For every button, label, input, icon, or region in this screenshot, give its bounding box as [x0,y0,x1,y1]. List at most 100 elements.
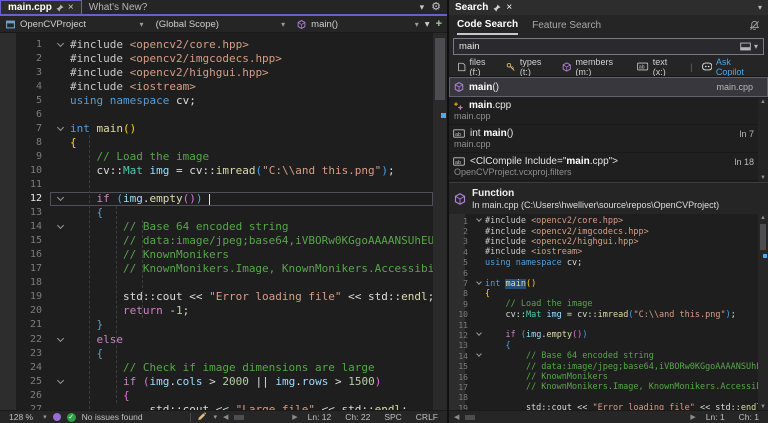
fold-caret[interactable] [473,279,485,289]
filter-files[interactable]: files (f:) [458,57,497,77]
preview-code[interactable]: 1#include <opencv2/core.hpp>2#include <o… [449,214,758,410]
line-number: 16 [0,249,50,260]
eol-indicator[interactable]: CRLF [412,412,442,422]
editor-vertical-scrollbar[interactable] [433,33,447,410]
search-input[interactable]: main ▾ [453,38,764,55]
code-line: 22 else [0,332,433,346]
search-title-bar: Search × ▾ [449,0,768,15]
code-line: 7int main() [0,121,433,135]
column-indicator[interactable]: Ch: 22 [341,412,374,422]
code-line: 18 [0,276,433,290]
scroll-left-icon[interactable]: ◀ [454,413,459,421]
fold-caret[interactable] [50,375,70,388]
preview-scrollbar[interactable]: ▲ ▼ [758,214,768,410]
code-line: 3#include <opencv2/highgui.hpp> [0,65,433,79]
scroll-down-icon[interactable]: ▼ [760,175,766,181]
chevron-down-icon[interactable]: ▾ [43,413,47,421]
code-line: 26 { [0,388,433,402]
scrollbar-thumb[interactable] [760,224,766,250]
line-indicator[interactable]: Ln: 1 [702,412,729,422]
preview-panel-icon[interactable] [740,42,751,51]
suggestions-pencil-icon[interactable] [197,412,207,422]
fold-caret[interactable] [473,351,485,361]
result-title: main() [469,82,499,93]
result-row[interactable]: ab int main() ln 7 main.cpp [449,125,768,153]
line-number: 12 [0,193,50,204]
notifications-muted-bell-icon[interactable] [749,20,760,31]
hscrollbar-thumb[interactable] [234,415,244,420]
fold-caret[interactable] [50,192,70,205]
result-title: main.cpp [469,100,511,111]
editor-code[interactable]: 1#include <opencv2/core.hpp>2#include <o… [0,33,433,410]
line-number: 3 [0,67,50,78]
indent-guide [89,135,90,410]
ask-copilot-button[interactable]: Ask Copilot [702,57,759,77]
scroll-left-icon[interactable]: ◀ [223,413,228,421]
tab-label: What's New? [89,2,148,13]
search-results-list: main() main.cpp main.cpp main.cpp ab int… [449,76,768,182]
code-text: return -1; [70,304,189,317]
code-text: #include <opencv2/imgcodecs.hpp> [485,227,649,237]
document-health-icon[interactable] [53,413,61,421]
chevron-down-icon[interactable]: ▾ [425,19,430,30]
scope-name: (Global Scope) [156,19,219,30]
close-icon[interactable]: × [68,2,74,13]
code-line: 8{ [449,289,758,299]
filter-text[interactable]: ab text (x:) [637,57,681,77]
close-icon[interactable]: × [506,2,512,13]
scroll-up-icon[interactable]: ▲ [758,215,768,221]
code-text: // Base 64 encoded string [485,351,654,361]
fold-caret[interactable] [473,216,485,226]
result-row-selected[interactable]: main() main.cpp [449,77,768,97]
scroll-down-icon[interactable]: ▼ [758,404,768,410]
code-text: // Load the image [70,150,209,163]
filter-members[interactable]: members (m:) [562,57,628,77]
plus-icon[interactable]: + [436,18,442,30]
project-dropdown[interactable]: OpenCVProject ▾ [0,16,150,32]
scroll-right-icon[interactable]: ▶ [690,413,695,421]
gear-icon[interactable]: ⚙ [431,2,441,13]
symbol-dropdown[interactable]: main() ▾ [291,16,425,32]
code-line: 6 [449,268,758,278]
fold-caret[interactable] [473,330,485,340]
window-position-caret-icon[interactable]: ▾ [758,3,762,12]
results-scrollbar[interactable]: ▲ ▼ [758,98,768,182]
chevron-down-icon[interactable]: ▾ [213,413,217,421]
line-number: 19 [0,291,50,302]
code-line: 9 // Load the image [0,149,433,163]
result-row[interactable]: ab <ClCompile Include="main.cpp"> ln 18 … [449,153,768,181]
scope-dropdown[interactable]: (Global Scope) ▾ [150,16,292,32]
code-text: #include <opencv2/imgcodecs.hpp> [70,52,282,65]
chevron-down-icon[interactable]: ▾ [754,42,758,51]
scroll-up-icon[interactable]: ▲ [760,99,766,105]
tab-whats-new[interactable]: What's New? [82,0,155,14]
line-number: 1 [0,39,50,50]
space-mode-indicator[interactable]: SPC [380,412,405,422]
result-row[interactable]: main.cpp main.cpp [449,97,768,125]
fold-caret[interactable] [50,333,70,346]
scrollbar-thumb[interactable] [435,38,445,100]
code-line: 13 { [449,341,758,351]
filter-types[interactable]: types (t:) [506,57,553,77]
column-indicator[interactable]: Ch: 1 [735,412,763,422]
issues-status[interactable]: No issues found [82,412,143,422]
member-cube-icon [562,62,571,72]
fold-caret[interactable] [50,38,70,51]
pin-icon[interactable] [56,4,64,12]
code-text: std::cout << "Large file" << std::endl; [70,403,408,410]
code-text: #include <opencv2/highgui.hpp> [485,237,639,247]
scroll-right-icon[interactable]: ▶ [292,413,297,421]
tab-main-cpp[interactable]: main.cpp × [0,0,82,14]
fold-caret[interactable] [50,122,70,135]
fold-caret[interactable] [50,220,70,233]
pin-icon[interactable] [493,4,501,12]
hscrollbar-thumb[interactable] [465,415,475,420]
tab-list-caret-icon[interactable]: ▾ [420,2,425,13]
line-indicator[interactable]: Ln: 12 [304,412,336,422]
zoom-level[interactable]: 128 % [5,412,37,422]
tab-feature-search[interactable]: Feature Search [532,15,601,35]
code-text: // Load the image [485,299,592,309]
result-path: main.cpp [453,139,764,149]
code-line: 12 if (img.empty()) [0,192,433,206]
tab-code-search[interactable]: Code Search [457,15,518,35]
